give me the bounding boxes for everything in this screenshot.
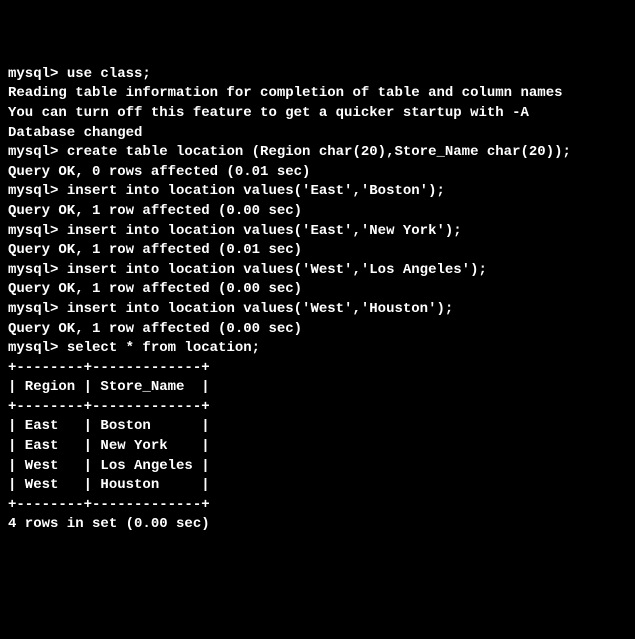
prompt-line: mysql> insert into location values('East… [8,182,627,202]
mysql-prompt: mysql> [8,262,67,278]
output-text: You can turn off this feature to get a q… [8,104,627,124]
prompt-line: mysql> create table location (Region cha… [8,143,627,163]
mysql-prompt: mysql> [8,144,67,160]
table-separator: +--------+-------------+ [8,496,627,516]
mysql-prompt: mysql> [8,183,67,199]
output-text: Database changed [8,124,627,144]
command-insert: insert into location values('East','New … [67,223,462,239]
terminal[interactable]: mysql> use class;Reading table informati… [8,65,627,535]
output-text: Query OK, 1 row affected (0.01 sec) [8,241,627,261]
output-text: Query OK, 0 rows affected (0.01 sec) [8,163,627,183]
prompt-line: mysql> insert into location values('West… [8,261,627,281]
table-row: | West | Los Angeles | [8,457,627,477]
output-text: Query OK, 1 row affected (0.00 sec) [8,202,627,222]
command-select: select * from location; [67,340,260,356]
command-use: use class; [67,66,151,82]
table-row: | East | New York | [8,437,627,457]
command-insert: insert into location values('East','Bost… [67,183,445,199]
command-insert: insert into location values('West','Hous… [67,301,453,317]
output-text: Reading table information for completion… [8,84,627,104]
table-row: | West | Houston | [8,476,627,496]
mysql-prompt: mysql> [8,66,67,82]
prompt-line: mysql> insert into location values('West… [8,300,627,320]
mysql-prompt: mysql> [8,301,67,317]
output-text: Query OK, 1 row affected (0.00 sec) [8,320,627,340]
command-insert: insert into location values('West','Los … [67,262,487,278]
output-text: Query OK, 1 row affected (0.00 sec) [8,280,627,300]
table-separator: +--------+-------------+ [8,359,627,379]
command-create: create table location (Region char(20),S… [67,144,571,160]
table-separator: +--------+-------------+ [8,398,627,418]
prompt-line: mysql> select * from location; [8,339,627,359]
prompt-line: mysql> use class; [8,65,627,85]
output-text: 4 rows in set (0.00 sec) [8,515,627,535]
mysql-prompt: mysql> [8,340,67,356]
prompt-line: mysql> insert into location values('East… [8,222,627,242]
mysql-prompt: mysql> [8,223,67,239]
table-header: | Region | Store_Name | [8,378,627,398]
table-row: | East | Boston | [8,417,627,437]
